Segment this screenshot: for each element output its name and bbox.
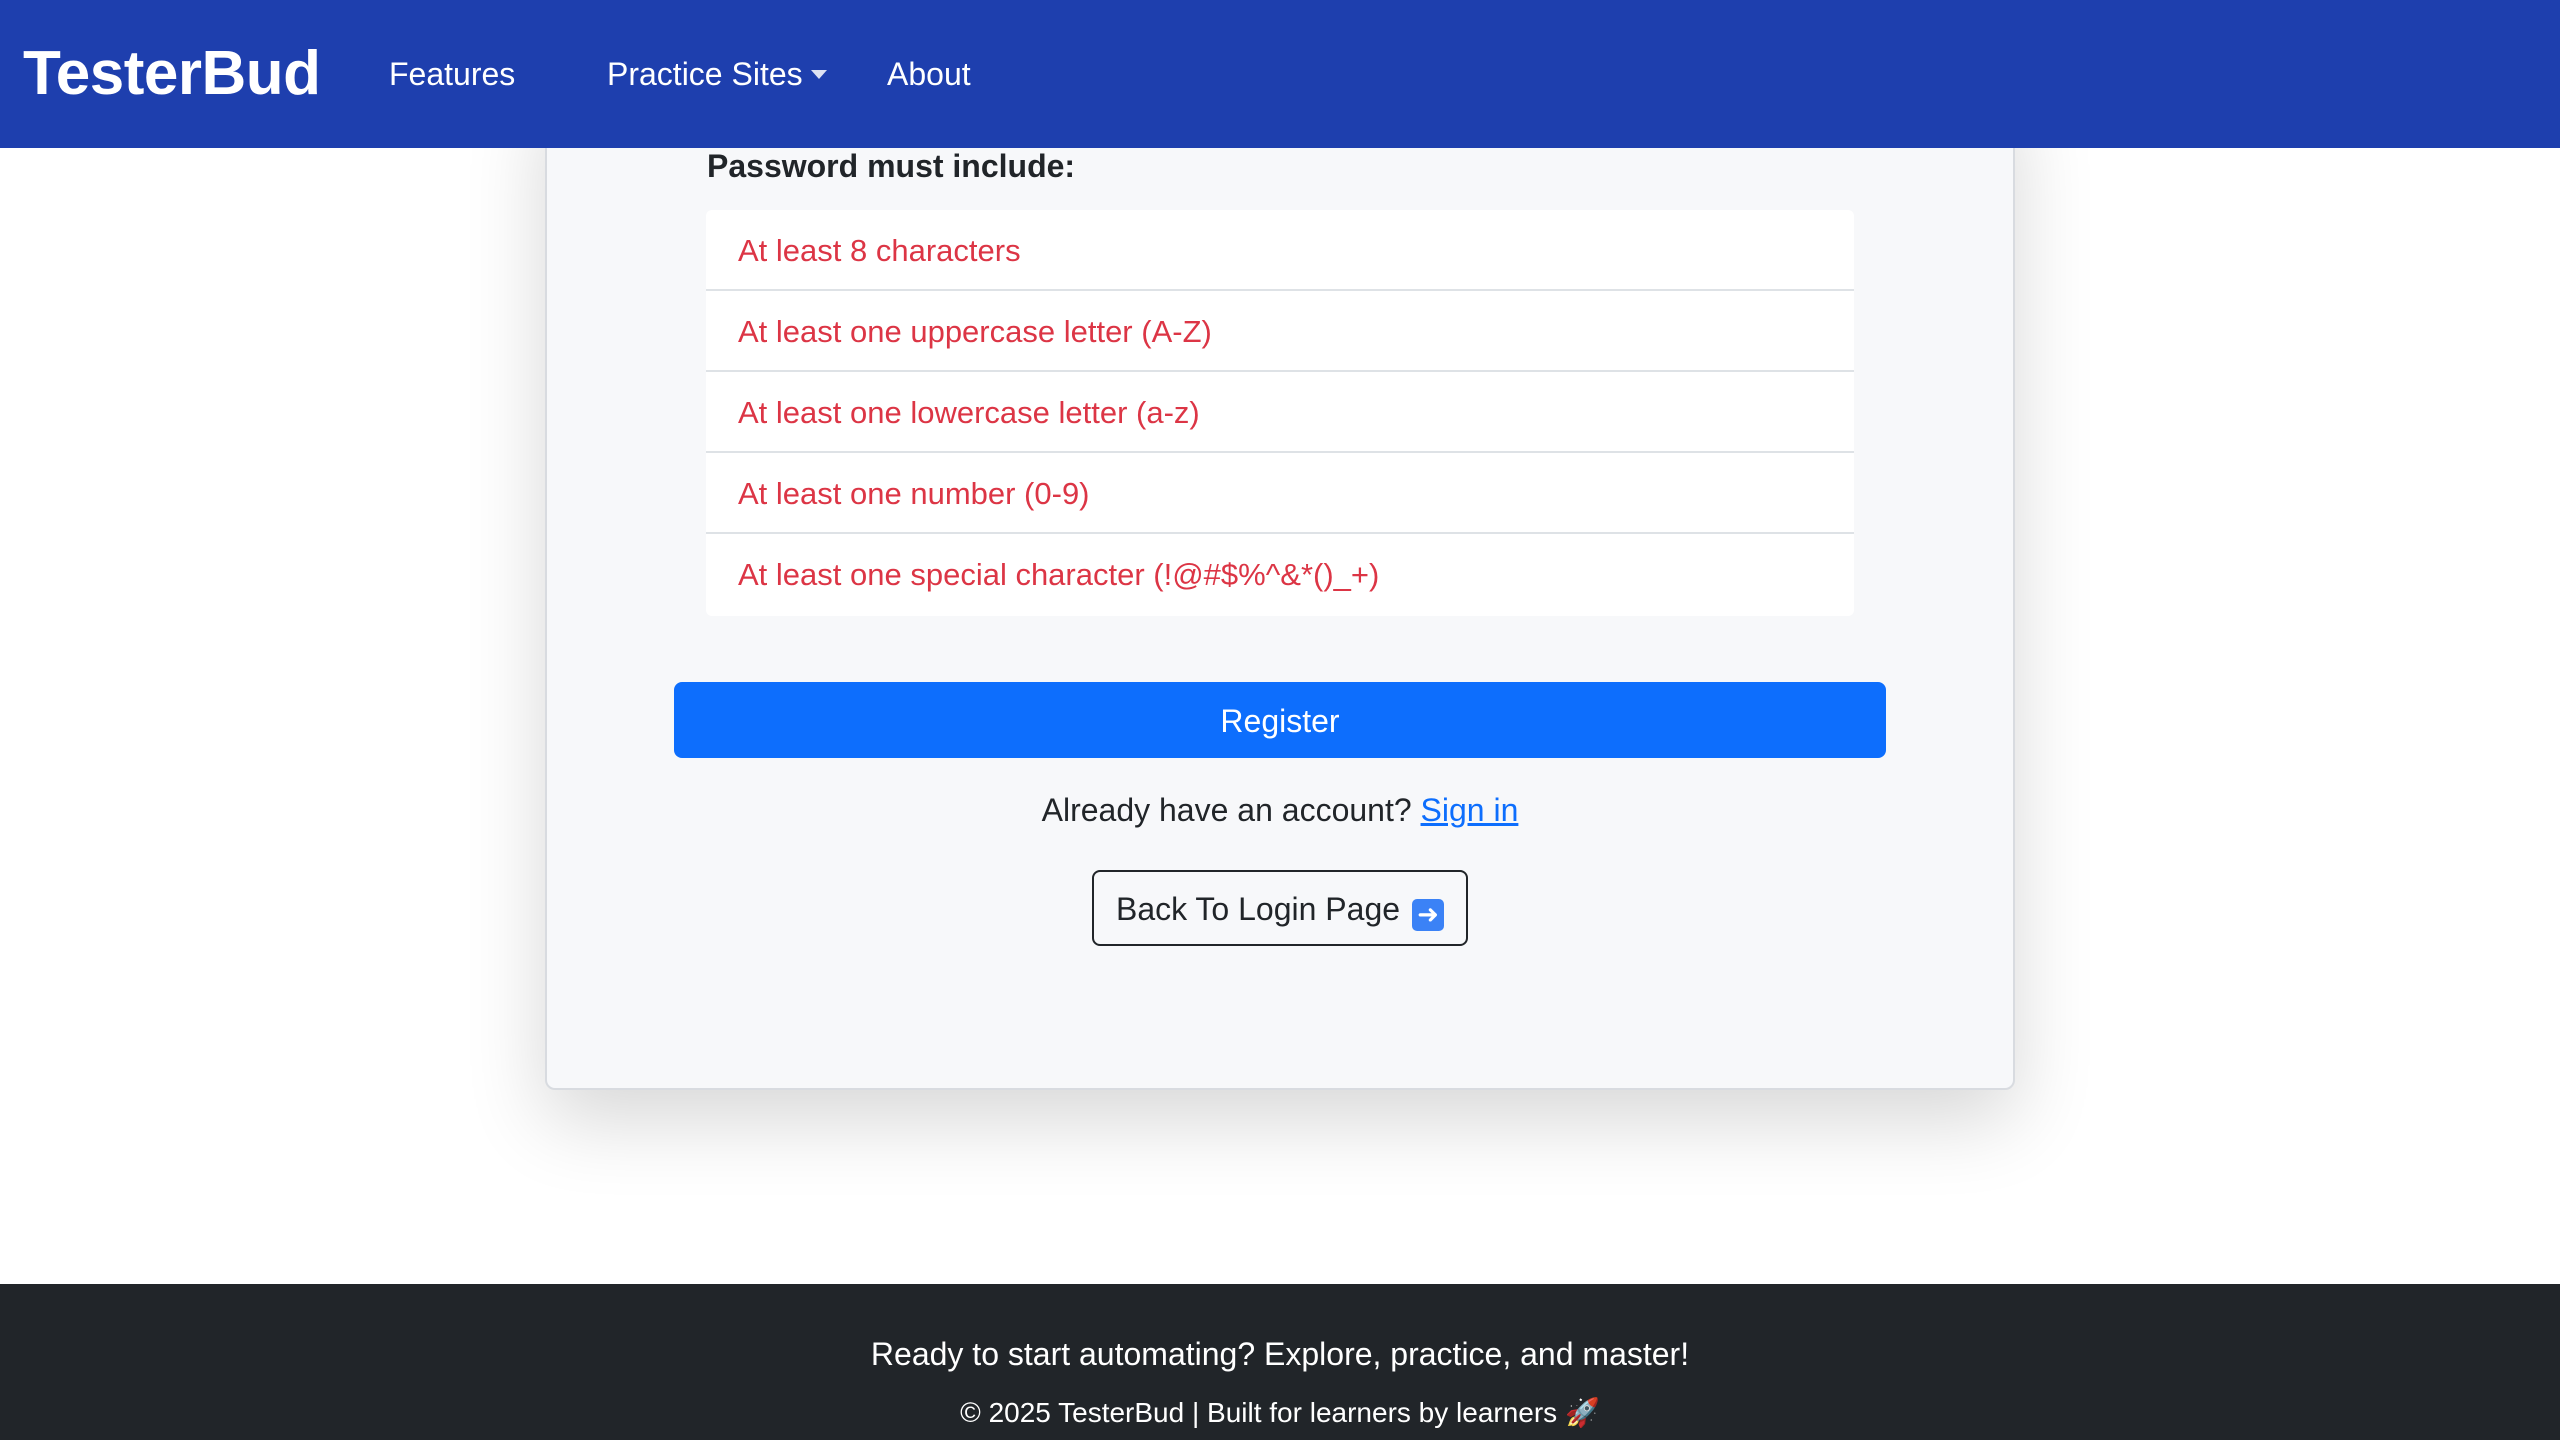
requirement-special-char: At least one special character (!@#$%^&*… [738, 557, 1380, 592]
requirement-number: At least one number (0-9) [706, 453, 1854, 534]
sign-in-link[interactable]: Sign in [1421, 792, 1519, 828]
password-requirements-list: At least 8 characters At least one upper… [706, 210, 1854, 616]
requirement-uppercase: At least one uppercase letter (A-Z) [706, 291, 1854, 372]
requirement-min-length: At least 8 characters [706, 210, 1854, 291]
top-navbar: TesterBud Features Practice Sites About [0, 0, 2560, 148]
register-button[interactable]: Register [674, 682, 1886, 758]
nav-link-about-label: About [887, 56, 971, 92]
footer-copyright-row: © 2025 TesterBud | Built for learners by… [0, 1396, 2560, 1429]
nav-link-practice-sites-label: Practice Sites [607, 56, 803, 92]
footer-tagline: Ready to start automating? Explore, prac… [870, 1336, 1690, 1372]
requirement-lowercase: At least one lowercase letter (a-z) [706, 372, 1854, 453]
rocket-icon: 🚀 [1564, 1396, 1600, 1429]
nav-link-features-label: Features [389, 56, 516, 92]
back-to-login-button[interactable]: Back To Login Page ➜ [1092, 870, 1468, 946]
password-requirements-title: Password must include: [707, 148, 1076, 184]
footer-copyright: © 2025 TesterBud | Built for learners by… [960, 1397, 1558, 1428]
right-arrow-icon: ➜ [1412, 899, 1445, 931]
signin-prompt-text: Already have an account? [1041, 792, 1412, 828]
signin-prompt-row: Already have an account? Sign in [545, 792, 2015, 829]
nav-link-about[interactable]: About [887, 0, 971, 148]
nav-link-features[interactable]: Features [389, 0, 515, 148]
nav-link-practice-sites[interactable]: Practice Sites [607, 0, 827, 148]
chevron-down-icon [810, 70, 827, 79]
back-to-login-label: Back To Login Page [1115, 891, 1401, 927]
brand-logo[interactable]: TesterBud [23, 0, 321, 148]
